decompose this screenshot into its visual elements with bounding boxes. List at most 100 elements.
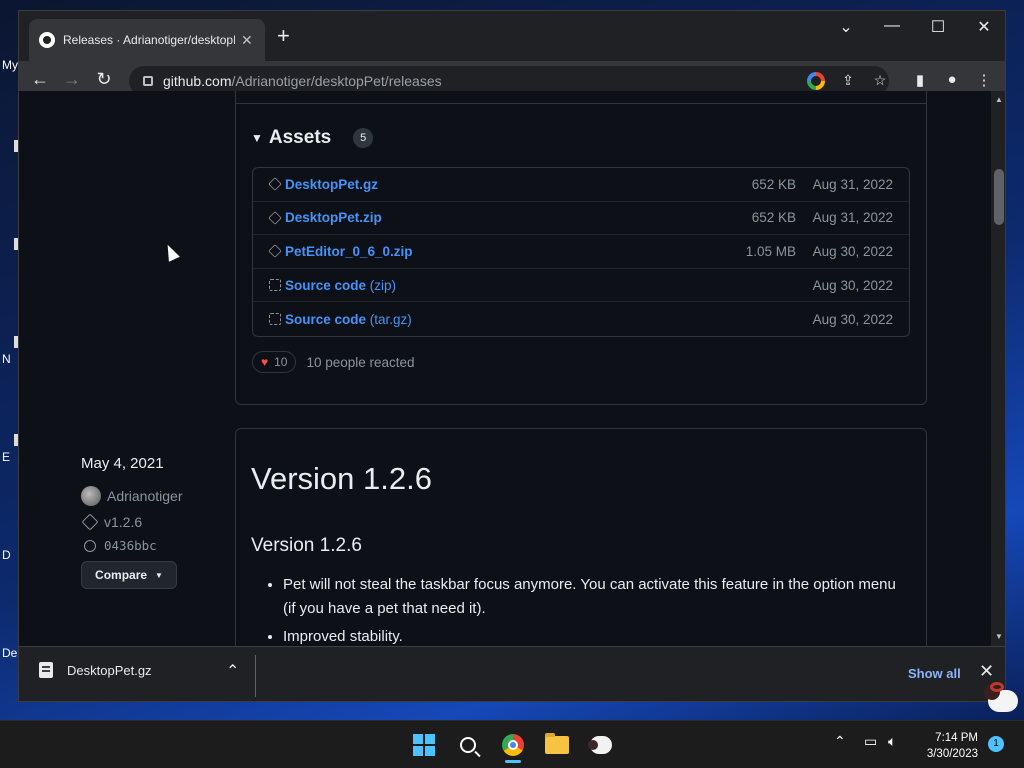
github-icon bbox=[39, 32, 55, 48]
page-scrollbar[interactable]: ▲ ▼ bbox=[991, 91, 1005, 646]
new-tab-button[interactable]: + bbox=[277, 25, 290, 47]
notification-badge[interactable]: 1 bbox=[988, 736, 1004, 752]
folder-icon bbox=[545, 733, 569, 754]
asset-size: 652 KB bbox=[751, 176, 796, 192]
download-file-name: DesktopPet.gz bbox=[67, 662, 152, 678]
tab-close-icon[interactable]: ✕ bbox=[241, 32, 253, 49]
lock-icon[interactable] bbox=[143, 76, 153, 86]
chrome-taskbar-button[interactable] bbox=[497, 729, 529, 761]
title-bar: Releases · Adrianotiger/desktopPet ✕ + ⌄… bbox=[19, 11, 1005, 61]
package-icon bbox=[268, 244, 282, 259]
tab-search-icon[interactable]: ⌄ bbox=[823, 17, 869, 37]
asset-date: Aug 31, 2022 bbox=[812, 210, 893, 226]
scroll-up-icon[interactable]: ▲ bbox=[995, 95, 1003, 104]
release-subtitle: Version 1.2.6 bbox=[251, 535, 362, 556]
release-notes: Pet will not steal the taskbar focus any… bbox=[251, 573, 911, 646]
release-author[interactable]: Adrianotiger bbox=[81, 486, 183, 506]
google-lens-icon[interactable] bbox=[807, 72, 825, 90]
file-explorer-button[interactable] bbox=[541, 729, 573, 761]
desktop-label[interactable]: De bbox=[2, 646, 17, 660]
release-title[interactable]: Version 1.2.6 bbox=[251, 461, 911, 497]
release-tag[interactable]: v1.2.6 bbox=[81, 513, 183, 531]
search-button[interactable] bbox=[452, 729, 484, 761]
forward-button[interactable]: → bbox=[59, 69, 85, 90]
triangle-down-icon: ▼ bbox=[155, 570, 163, 580]
assets-count-badge: 5 bbox=[353, 128, 374, 148]
download-bar: DesktopPet.gz ⌃ Show all ✕ bbox=[19, 646, 1005, 701]
windows-icon bbox=[413, 734, 435, 756]
download-item[interactable]: DesktopPet.gz bbox=[39, 662, 152, 678]
chevron-up-icon[interactable]: ⌃ bbox=[226, 661, 239, 681]
assets-list: DesktopPet.gz 652 KB Aug 31, 2022 Deskto… bbox=[252, 167, 910, 337]
reaction-summary: 10 people reacted bbox=[306, 354, 415, 370]
desktop-label[interactable]: D bbox=[2, 548, 11, 562]
avatar[interactable] bbox=[81, 486, 101, 506]
side-panel-icon[interactable]: ▮ bbox=[910, 71, 930, 89]
asset-link[interactable]: PetEditor_0_6_0.zip bbox=[285, 244, 413, 259]
tab-title: Releases · Adrianotiger/desktopPet bbox=[63, 33, 235, 47]
asset-date: Aug 30, 2022 bbox=[812, 277, 893, 293]
heart-reaction-button[interactable]: ♥ 10 bbox=[252, 351, 297, 373]
reload-button[interactable]: ↻ bbox=[91, 69, 117, 90]
share-icon[interactable]: ⇪ bbox=[839, 72, 857, 90]
bookmark-star-icon[interactable]: ☆ bbox=[871, 72, 889, 90]
caret-down-icon: ▼ bbox=[251, 131, 263, 145]
volume-icon[interactable]: 🔈︎ bbox=[888, 733, 896, 750]
package-icon bbox=[268, 177, 282, 192]
tag-icon bbox=[81, 513, 99, 531]
heart-icon: ♥ bbox=[261, 355, 269, 369]
divider bbox=[235, 103, 927, 104]
asset-size: 1.05 MB bbox=[745, 243, 796, 259]
show-all-button[interactable]: Show all bbox=[908, 666, 961, 681]
close-window-button[interactable]: ✕ bbox=[961, 17, 1005, 37]
reactions: ♥ 10 10 people reacted bbox=[252, 351, 415, 373]
browser-window: Releases · Adrianotiger/desktopPet ✕ + ⌄… bbox=[18, 10, 1006, 702]
search-icon bbox=[460, 737, 476, 753]
desktop-pet-taskbar-button[interactable] bbox=[585, 729, 617, 761]
start-button[interactable] bbox=[408, 729, 440, 761]
network-icon[interactable]: ▭ bbox=[864, 733, 877, 750]
system-clock[interactable]: 7:14 PM 3/30/2023 bbox=[916, 730, 978, 762]
asset-link[interactable]: Source code (zip) bbox=[285, 278, 396, 293]
reaction-count: 10 bbox=[274, 355, 288, 369]
asset-date: Aug 31, 2022 bbox=[812, 176, 893, 192]
active-app-indicator bbox=[505, 760, 521, 763]
compare-button[interactable]: Compare ▼ bbox=[81, 561, 177, 589]
browser-tab[interactable]: Releases · Adrianotiger/desktopPet ✕ bbox=[29, 19, 265, 61]
close-download-bar-icon[interactable]: ✕ bbox=[979, 661, 994, 682]
asset-link[interactable]: Source code (tar.gz) bbox=[285, 312, 412, 327]
asset-link[interactable]: DesktopPet.gz bbox=[285, 177, 378, 192]
minimize-button[interactable]: — bbox=[869, 17, 915, 35]
assets-toggle[interactable]: ▼ Assets 5 bbox=[251, 127, 374, 149]
package-icon bbox=[268, 211, 282, 225]
back-button[interactable]: ← bbox=[27, 69, 53, 90]
desktop-label[interactable]: E bbox=[2, 450, 10, 464]
chevron-up-icon[interactable]: ⌃ bbox=[834, 733, 846, 750]
release-commit[interactable]: 0436bbc bbox=[81, 538, 183, 553]
asset-row: DesktopPet.gz 652 KB Aug 31, 2022 bbox=[253, 168, 909, 202]
sheep-icon bbox=[588, 736, 612, 754]
scroll-thumb[interactable] bbox=[994, 169, 1004, 225]
desktop-label[interactable]: My bbox=[2, 58, 18, 72]
profile-icon[interactable]: ● bbox=[942, 71, 962, 88]
scroll-down-icon[interactable]: ▼ bbox=[995, 632, 1003, 641]
chrome-icon bbox=[502, 734, 524, 756]
page-content: ▼ Assets 5 DesktopPet.gz 652 KB Aug 31, … bbox=[19, 91, 991, 646]
asset-row: DesktopPet.zip 652 KB Aug 31, 2022 bbox=[253, 202, 909, 236]
file-icon bbox=[39, 662, 53, 678]
asset-link[interactable]: DesktopPet.zip bbox=[285, 210, 382, 225]
maximize-button[interactable]: ☐ bbox=[915, 17, 961, 37]
release-body: Version 1.2.6 Version 1.2.6 Pet will not… bbox=[251, 461, 911, 646]
menu-kebab-icon[interactable]: ⋮ bbox=[974, 71, 994, 89]
file-zip-icon bbox=[269, 279, 281, 292]
commit-icon bbox=[84, 539, 96, 552]
asset-date: Aug 30, 2022 bbox=[812, 311, 893, 327]
release-sidebar: May 4, 2021 Adrianotiger v1.2.6 0436bbc … bbox=[81, 455, 183, 589]
desktop-label[interactable]: N bbox=[2, 352, 11, 366]
url-text[interactable]: github.com/Adrianotiger/desktopPet/relea… bbox=[163, 73, 442, 89]
desktop-pet-sheep[interactable] bbox=[984, 680, 1020, 716]
pet-horn bbox=[990, 682, 1004, 692]
asset-size: 652 KB bbox=[751, 210, 796, 226]
assets-heading: Assets bbox=[268, 127, 332, 148]
asset-row: Source code (zip) Aug 30, 2022 bbox=[253, 269, 909, 303]
